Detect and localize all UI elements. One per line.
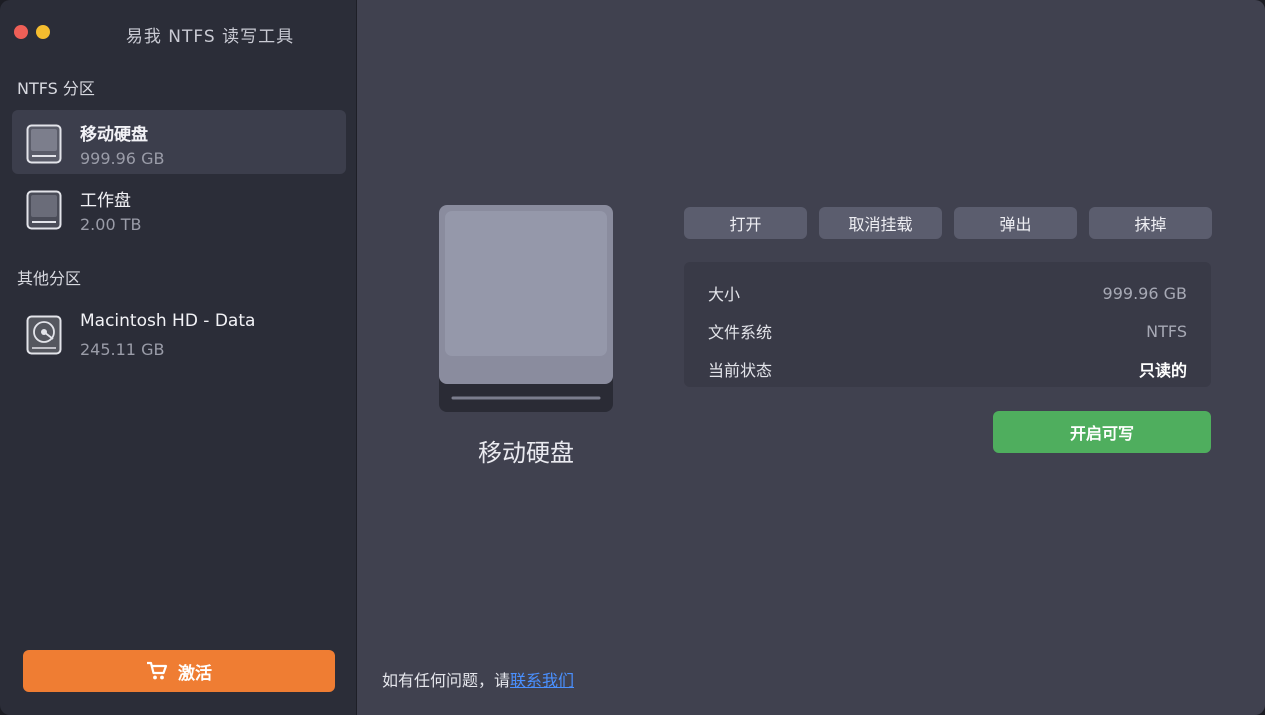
open-button[interactable]: 打开: [684, 207, 807, 239]
info-label: 当前状态: [708, 361, 773, 380]
footer-help: 如有任何问题，请联系我们: [382, 667, 574, 691]
sidebar-item-macintosh-hd-data[interactable]: Macintosh HD - Data 245.11 GB: [12, 301, 346, 365]
partition-size: 2.00 TB: [80, 215, 142, 234]
partition-size: 999.96 GB: [80, 149, 165, 168]
close-window-button[interactable]: [14, 25, 28, 39]
unmount-button[interactable]: 取消挂载: [819, 207, 942, 239]
erase-button[interactable]: 抹掉: [1089, 207, 1212, 239]
info-label: 大小: [708, 285, 741, 304]
app-window: 易我 NTFS 读写工具 NTFS 分区 移动硬盘 999.96 GB 工作盘 …: [0, 0, 1265, 715]
minimize-window-button[interactable]: [36, 25, 50, 39]
status-value: 只读的: [1138, 361, 1187, 380]
other-section-header: 其他分区: [17, 269, 82, 288]
info-value: 999.96 GB: [1102, 283, 1187, 303]
sidebar-item-work-disk[interactable]: 工作盘 2.00 TB: [12, 176, 346, 240]
activate-label: 激活: [178, 663, 212, 684]
cart-icon: [147, 661, 168, 680]
enable-write-button[interactable]: 开启可写: [993, 411, 1211, 453]
drive-icon: [439, 205, 613, 412]
partition-size: 245.11 GB: [80, 340, 165, 359]
ntfs-section-header: NTFS 分区: [17, 79, 95, 98]
info-row-size: 大小 999.96 GB: [708, 274, 1187, 312]
info-label: 文件系统: [708, 323, 773, 342]
info-row-filesystem: 文件系统 NTFS: [708, 312, 1187, 350]
sidebar: 易我 NTFS 读写工具 NTFS 分区 移动硬盘 999.96 GB 工作盘 …: [0, 0, 357, 715]
drive-icon: [26, 124, 62, 164]
main-panel: 移动硬盘 打开 取消挂载 弹出 抹掉 大小 999.96 GB 文件系统 NTF…: [357, 0, 1265, 715]
eject-button[interactable]: 弹出: [954, 207, 1077, 239]
hard-disk-icon: [26, 315, 62, 355]
disk-info-panel: 大小 999.96 GB 文件系统 NTFS 当前状态 只读的: [684, 262, 1211, 387]
partition-name: 工作盘: [80, 191, 131, 211]
info-value: NTFS: [1146, 321, 1187, 341]
activate-button[interactable]: 激活: [23, 650, 335, 692]
sidebar-item-mobile-disk[interactable]: 移动硬盘 999.96 GB: [12, 110, 346, 174]
window-controls: [14, 25, 50, 39]
app-title: 易我 NTFS 读写工具: [125, 27, 295, 47]
contact-us-link[interactable]: 联系我们: [510, 671, 574, 690]
action-toolbar: 打开 取消挂载 弹出 抹掉: [684, 207, 1212, 239]
footer-text: 如有任何问题，请: [382, 671, 511, 690]
info-row-status: 当前状态 只读的: [708, 350, 1187, 388]
drive-icon: [26, 190, 62, 230]
partition-name: Macintosh HD - Data: [80, 311, 256, 331]
partition-name: 移动硬盘: [80, 125, 148, 145]
selected-disk-name: 移动硬盘: [478, 439, 574, 467]
